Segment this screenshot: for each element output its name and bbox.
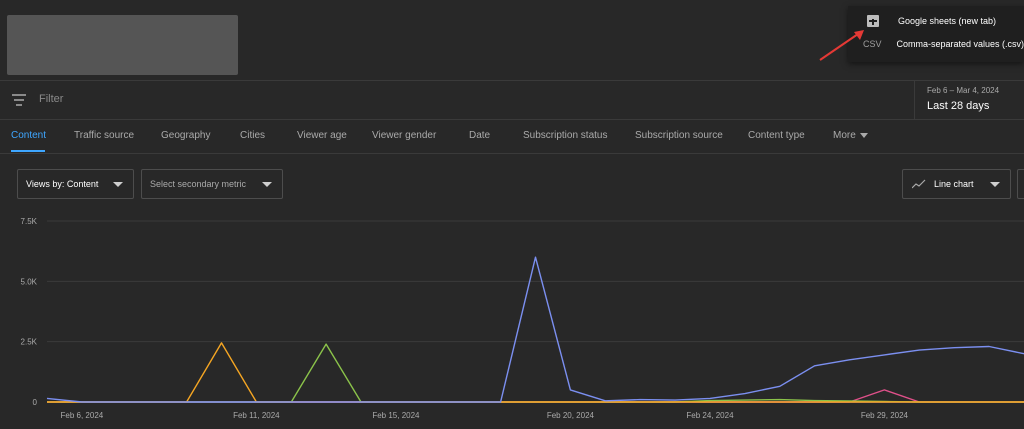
tab-viewer-age[interactable]: Viewer age <box>297 130 347 141</box>
tab-cities[interactable]: Cities <box>240 130 265 141</box>
primary-metric-label: Views by: Content <box>26 179 99 189</box>
date-range-picker[interactable]: Feb 6 – Mar 4, 2024 Last 28 days <box>914 81 1024 119</box>
chart-type-label: Line chart <box>934 179 974 189</box>
divider <box>0 119 1024 120</box>
chevron-down-icon <box>859 132 868 138</box>
tab-more[interactable]: More <box>833 130 868 141</box>
line-chart-icon <box>912 179 926 189</box>
chevron-down-icon <box>262 182 272 187</box>
tab-more-label: More <box>833 130 856 141</box>
date-range-text: Feb 6 – Mar 4, 2024 <box>927 86 1000 95</box>
x-tick-label: Feb 11, 2024 <box>233 411 280 420</box>
series-line[interactable] <box>46 256 1024 403</box>
chevron-down-icon <box>990 182 1000 187</box>
primary-metric-dropdown[interactable]: Views by: Content <box>17 169 134 199</box>
secondary-metric-label: Select secondary metric <box>150 179 247 189</box>
filter-icon <box>12 94 26 106</box>
x-tick-label: Feb 29, 2024 <box>861 411 909 420</box>
tab-subscription-status[interactable]: Subscription status <box>523 130 608 141</box>
views-line-chart: 0 2.5K 5.0K 7.5K Feb 6, 2024 Feb 11, 2024 Feb … <box>0 208 1024 424</box>
annotation-arrow-icon <box>819 30 864 61</box>
series-line[interactable] <box>47 342 1024 403</box>
export-google-sheets-label: Google sheets (new tab) <box>898 16 997 26</box>
top-bar: Google sheets (new tab) CSV Comma-separa… <box>0 0 1024 80</box>
tab-traffic-source[interactable]: Traffic source <box>74 130 134 141</box>
series-line[interactable] <box>47 389 1024 403</box>
x-tick-label: Feb 6, 2024 <box>61 411 104 420</box>
tab-geography[interactable]: Geography <box>161 130 210 141</box>
x-tick-label: Feb 20, 2024 <box>547 411 595 420</box>
x-tick-label: Feb 24, 2024 <box>686 411 734 420</box>
date-range-preset: Last 28 days <box>927 100 990 112</box>
x-tick-label: Feb 15, 2024 <box>372 411 420 420</box>
active-tab-indicator <box>11 150 45 152</box>
y-tick-label: 2.5K <box>21 338 38 347</box>
divider <box>0 153 1024 154</box>
export-csv-label: Comma-separated values (.csv) <box>896 39 1024 49</box>
google-sheets-icon <box>862 15 884 27</box>
tab-subscription-source[interactable]: Subscription source <box>635 130 723 141</box>
y-tick-label: 5.0K <box>21 277 38 286</box>
video-thumbnail-placeholder <box>7 15 238 75</box>
extra-control-button[interactable] <box>1017 169 1024 199</box>
tab-content-type[interactable]: Content type <box>748 130 805 141</box>
y-tick-label: 7.5K <box>21 217 38 226</box>
tab-content[interactable]: Content <box>11 130 46 141</box>
tab-viewer-gender[interactable]: Viewer gender <box>372 130 436 141</box>
chevron-down-icon <box>113 182 123 187</box>
filter-bar[interactable]: Filter <box>0 81 1024 119</box>
dimension-tabs: Content Traffic source Geography Cities … <box>0 124 1024 152</box>
secondary-metric-dropdown[interactable]: Select secondary metric <box>141 169 283 199</box>
chart-type-dropdown[interactable]: Line chart <box>902 169 1011 199</box>
filter-input[interactable]: Filter <box>39 93 63 105</box>
y-tick-label: 0 <box>33 398 38 407</box>
chart-canvas: 0 2.5K 5.0K 7.5K Feb 6, 2024 Feb 11, 2024 Feb … <box>21 217 1024 420</box>
tab-date[interactable]: Date <box>469 130 490 141</box>
series-line[interactable] <box>47 343 1024 403</box>
